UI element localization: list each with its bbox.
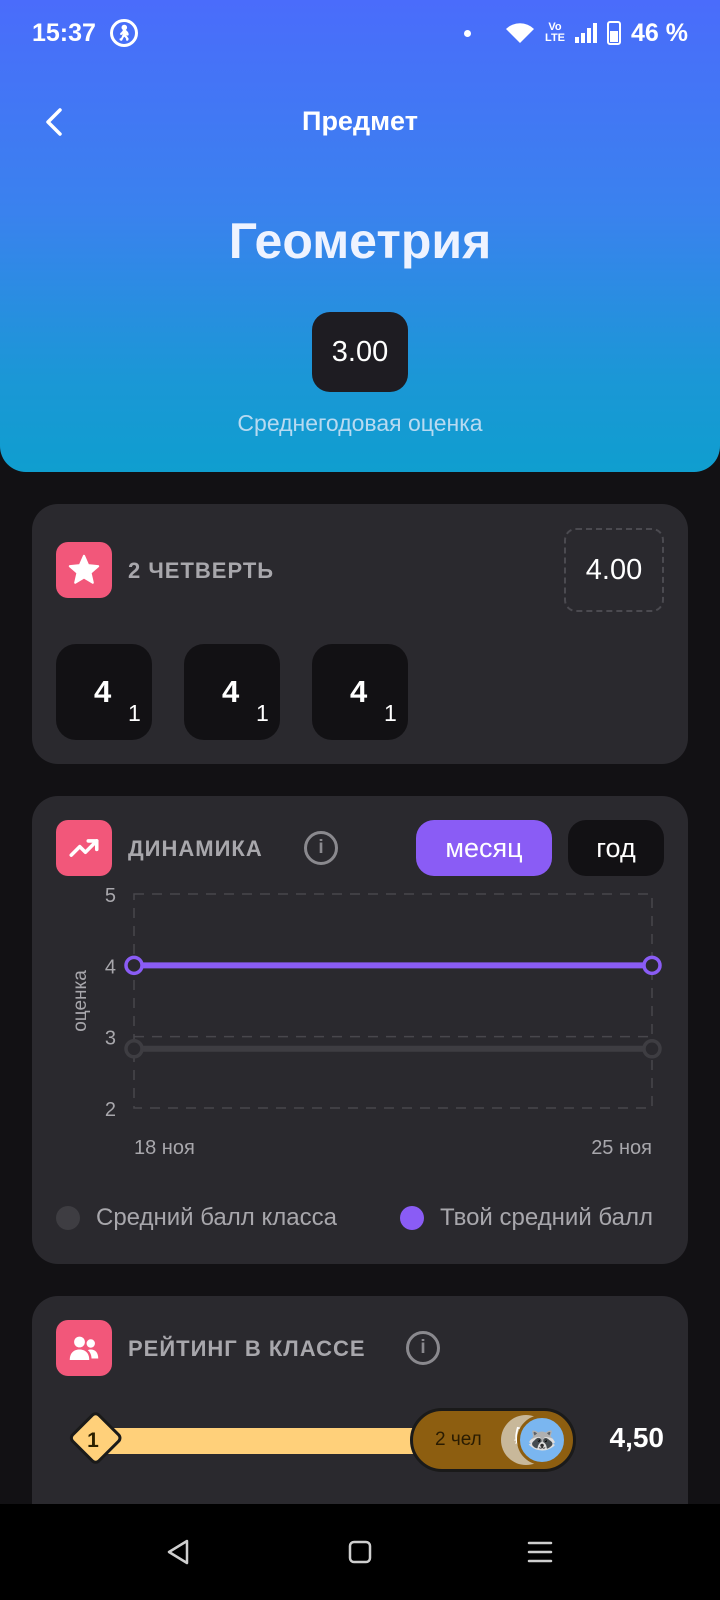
raccoon-avatar-icon: 🦝 <box>517 1415 567 1465</box>
quarter-average-value: 4.00 <box>585 553 643 586</box>
legend-class-label: Средний балл класса <box>96 1204 337 1231</box>
y-tick-label: 3 <box>105 1028 116 1050</box>
wifi-icon <box>506 23 535 43</box>
series-class-average-point <box>124 1039 144 1059</box>
square-home-icon <box>348 1540 372 1564</box>
users-icon <box>56 1320 112 1376</box>
status-time: 15:37 <box>32 18 96 47</box>
rating-progress-bar <box>82 1428 462 1454</box>
grade-weight: 1 <box>384 700 397 726</box>
info-icon[interactable]: i <box>406 1331 440 1365</box>
series-your-average-point <box>124 955 144 976</box>
menu-recents-icon <box>527 1541 553 1563</box>
quarter-average: 4.00 <box>564 528 664 612</box>
y-tick-label: 5 <box>105 885 116 907</box>
notification-dot-icon <box>464 29 472 37</box>
legend-your-label: Твой средний балл <box>440 1204 653 1231</box>
rating-title: РЕЙТИНГ В КЛАССЕ <box>128 1336 366 1361</box>
star-icon <box>56 542 112 598</box>
grade-item[interactable]: 4 1 <box>56 644 152 740</box>
rating-group-pill[interactable]: 2 чел 🐱 🦝 <box>410 1408 576 1472</box>
quarter-title: 2 ЧЕТВЕРТЬ <box>128 558 275 583</box>
signal-icon <box>575 23 598 43</box>
status-bar: 15:37 🚶︎ Vo LTE 46 % <box>0 0 720 66</box>
subject-page: 15:37 🚶︎ Vo LTE 46 % Предмет Геометрия 3… <box>0 0 720 1600</box>
rating-card: РЕЙТИНГ В КЛАССЕ i 1 2 чел 🐱 🦝 4,50 <box>32 1296 688 1536</box>
x-tick-label: 18 ноя <box>134 1137 195 1159</box>
rank-badge: 1 <box>67 1409 124 1467</box>
dynamics-chart: 2 3 4 5 оценка 18 ноя 25 ноя <box>70 885 662 1159</box>
system-navigation-bar <box>0 1504 720 1600</box>
nav-home-button[interactable] <box>340 1532 380 1572</box>
series-class-average-point <box>642 1039 662 1059</box>
battery-level: 46 % <box>631 18 688 47</box>
subject-header: 15:37 🚶︎ Vo LTE 46 % Предмет Геометрия 3… <box>0 0 720 472</box>
grade-value: 4 <box>222 674 240 709</box>
legend-your-average: Твой средний балл <box>400 1204 653 1232</box>
grade-value: 4 <box>94 674 112 709</box>
rating-people-count: 2 чел <box>435 1429 482 1450</box>
y-axis-label: оценка <box>70 970 91 1032</box>
annual-average-badge: 3.00 <box>312 312 408 392</box>
y-tick-label: 2 <box>105 1099 116 1121</box>
grade-item[interactable]: 4 1 <box>184 644 280 740</box>
series-your-average-point <box>642 955 662 976</box>
legend-class-average: Средний балл класса <box>56 1204 337 1232</box>
x-tick-label: 25 ноя <box>591 1137 652 1159</box>
y-tick-label: 4 <box>105 956 116 978</box>
nav-back-button[interactable] <box>158 1532 198 1572</box>
quarter-card: 2 ЧЕТВЕРТЬ 4.00 4 1 4 1 4 1 <box>32 504 688 764</box>
subject-name: Геометрия <box>228 213 492 269</box>
legend-your-dot <box>400 1206 424 1230</box>
rank-position: 1 <box>87 1429 99 1452</box>
volte-icon: Vo LTE <box>545 21 566 44</box>
walking-icon: 🚶︎ <box>109 19 138 47</box>
rating-score: 4,50 <box>609 1422 665 1453</box>
battery-icon <box>607 21 622 45</box>
dynamics-card: ДИНАМИКА i месяц год 2 3 4 5 оценка 18 ноя 25 … <box>32 796 688 1264</box>
chart-grid-frame <box>133 893 653 1109</box>
triangle-back-icon <box>167 1539 189 1565</box>
annual-average-value: 3.00 <box>331 335 389 368</box>
grade-weight: 1 <box>256 700 269 726</box>
grade-value: 4 <box>350 674 368 709</box>
top-nav: Предмет <box>0 92 720 152</box>
nav-recents-button[interactable] <box>520 1532 560 1572</box>
grade-item[interactable]: 4 1 <box>312 644 408 740</box>
grade-weight: 1 <box>128 700 141 726</box>
annual-average-caption: Среднегодовая оценка <box>237 410 483 436</box>
legend-class-dot <box>56 1206 80 1230</box>
page-title: Предмет <box>302 106 418 136</box>
